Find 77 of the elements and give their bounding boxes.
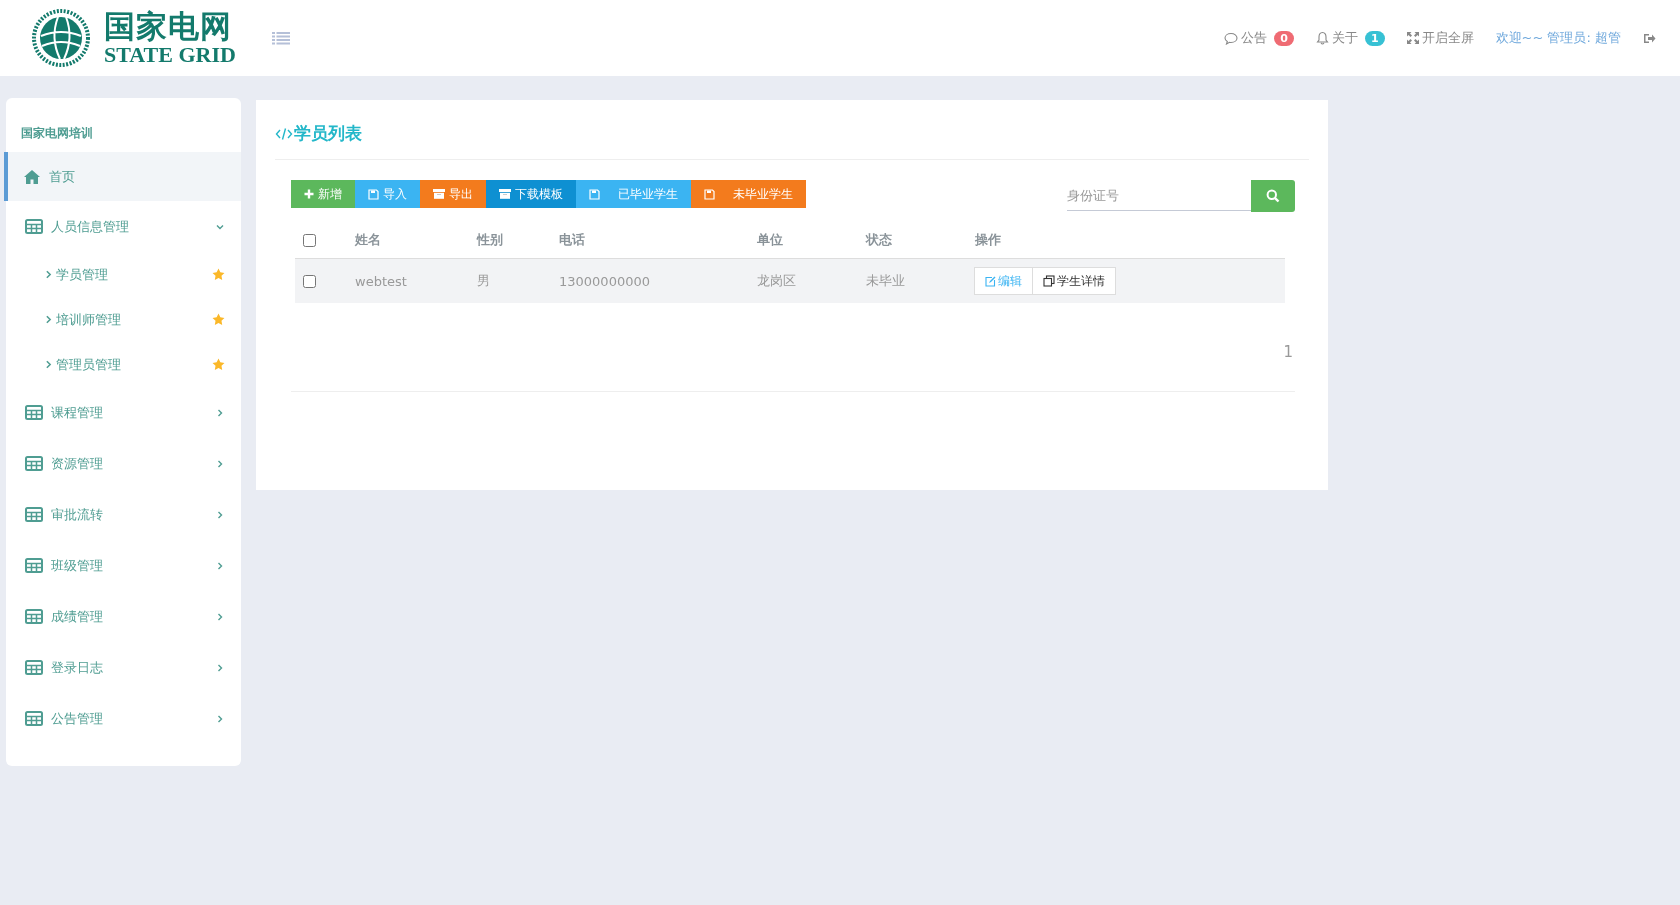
table-icon [25, 219, 43, 234]
chevron-right-icon [215, 509, 225, 520]
column-header: 性别 [477, 231, 504, 249]
column-header: 姓名 [355, 231, 382, 249]
home-icon [23, 169, 41, 184]
count-badge: 0 [1274, 30, 1294, 46]
code-icon [275, 126, 293, 141]
page-link[interactable]: 1 [1283, 343, 1293, 361]
star-icon [212, 313, 225, 326]
sidebar-menu-item[interactable]: 人员信息管理 [6, 201, 241, 252]
edit-icon [985, 275, 996, 287]
page-title: 学员列表 [294, 122, 362, 145]
expand-icon [1406, 32, 1419, 44]
plus-icon [304, 189, 314, 199]
sidebar-title: 国家电网培训 [20, 125, 94, 142]
table-icon [25, 609, 43, 624]
table-icon [25, 405, 43, 420]
sidebar-submenu-item[interactable]: 学员管理 [6, 252, 241, 297]
toolbar-button[interactable]: 新增 [291, 180, 355, 208]
column-header: 状态 [866, 231, 893, 249]
toolbar-button[interactable]: 下载模板 [486, 180, 576, 208]
speech-bubble-icon [1224, 31, 1239, 45]
table-cell-text: 13000000000 [559, 273, 651, 289]
archive-box-icon [433, 189, 445, 199]
chevron-right-icon [215, 662, 225, 673]
home-menu-item[interactable]: 首页 [4, 152, 241, 201]
archive-box-icon [499, 189, 511, 199]
logo-title: 国家电网 [104, 10, 233, 42]
table-cell-text: 未毕业 [866, 272, 906, 290]
table-cell-text: 龙岗区 [757, 272, 797, 290]
row-checkbox[interactable] [303, 274, 316, 288]
fullscreen-link[interactable]: 开启全屏 [1406, 29, 1474, 47]
table-icon [25, 711, 43, 726]
sidebar-menu-item[interactable]: 审批流转 [6, 489, 241, 540]
menu-icon[interactable] [272, 31, 290, 45]
table-cell-text: 男 [477, 272, 491, 290]
table-cell-text: webtest [355, 273, 408, 289]
star-icon [212, 268, 225, 281]
column-header: 单位 [757, 231, 784, 249]
user-link[interactable]: 欢迎~~ 管理员: 超管 [1495, 29, 1621, 47]
toolbar-button[interactable]: 导出 [420, 180, 486, 208]
toolbar-button[interactable]: 导入 [355, 180, 420, 208]
select-all-checkbox[interactable] [303, 233, 316, 247]
search-icon [1266, 189, 1280, 203]
toolbar-button[interactable]: 未毕业学生 [691, 180, 806, 208]
table-icon [25, 558, 43, 573]
sidebar-submenu-item[interactable]: 培训师管理 [6, 297, 241, 342]
count-badge: 1 [1364, 30, 1385, 46]
notice-link[interactable]: 公告 0 [1224, 29, 1294, 47]
copy-icon [1043, 275, 1055, 287]
column-header: 操作 [975, 231, 1002, 249]
star-icon [212, 358, 225, 371]
table-icon [25, 660, 43, 675]
table-icon [25, 507, 43, 522]
sidebar-menu-item[interactable]: 课程管理 [6, 387, 241, 438]
toolbar-button[interactable]: 已毕业学生 [576, 180, 691, 208]
edit-button[interactable]: 编辑 [974, 267, 1033, 295]
details-button[interactable]: 学生详情 [1032, 267, 1116, 295]
sidebar-menu-item[interactable]: 公告管理 [6, 693, 241, 744]
column-header: 电话 [559, 231, 586, 249]
logo-emblem-icon [32, 6, 90, 70]
sidebar-menu-item[interactable]: 班级管理 [6, 540, 241, 591]
sidebar-menu-item[interactable]: 资源管理 [6, 438, 241, 489]
logo-subtitle: STATE GRID [104, 43, 236, 66]
chevron-right-icon [215, 611, 225, 622]
table-icon [25, 456, 43, 471]
logout-icon[interactable] [1643, 32, 1656, 44]
search-button[interactable] [1251, 180, 1295, 212]
sidebar-menu-item[interactable]: 成绩管理 [6, 591, 241, 642]
chevron-right-icon [215, 458, 225, 469]
sidebar-menu-item[interactable]: 登录日志 [6, 642, 241, 693]
chevron-right-icon [215, 407, 225, 418]
bell-icon [1315, 31, 1329, 45]
chevron-right-icon [215, 560, 225, 571]
about-link[interactable]: 关于 1 [1315, 29, 1385, 47]
sidebar-submenu-item[interactable]: 管理员管理 [6, 342, 241, 387]
chevron-right-icon [215, 713, 225, 724]
